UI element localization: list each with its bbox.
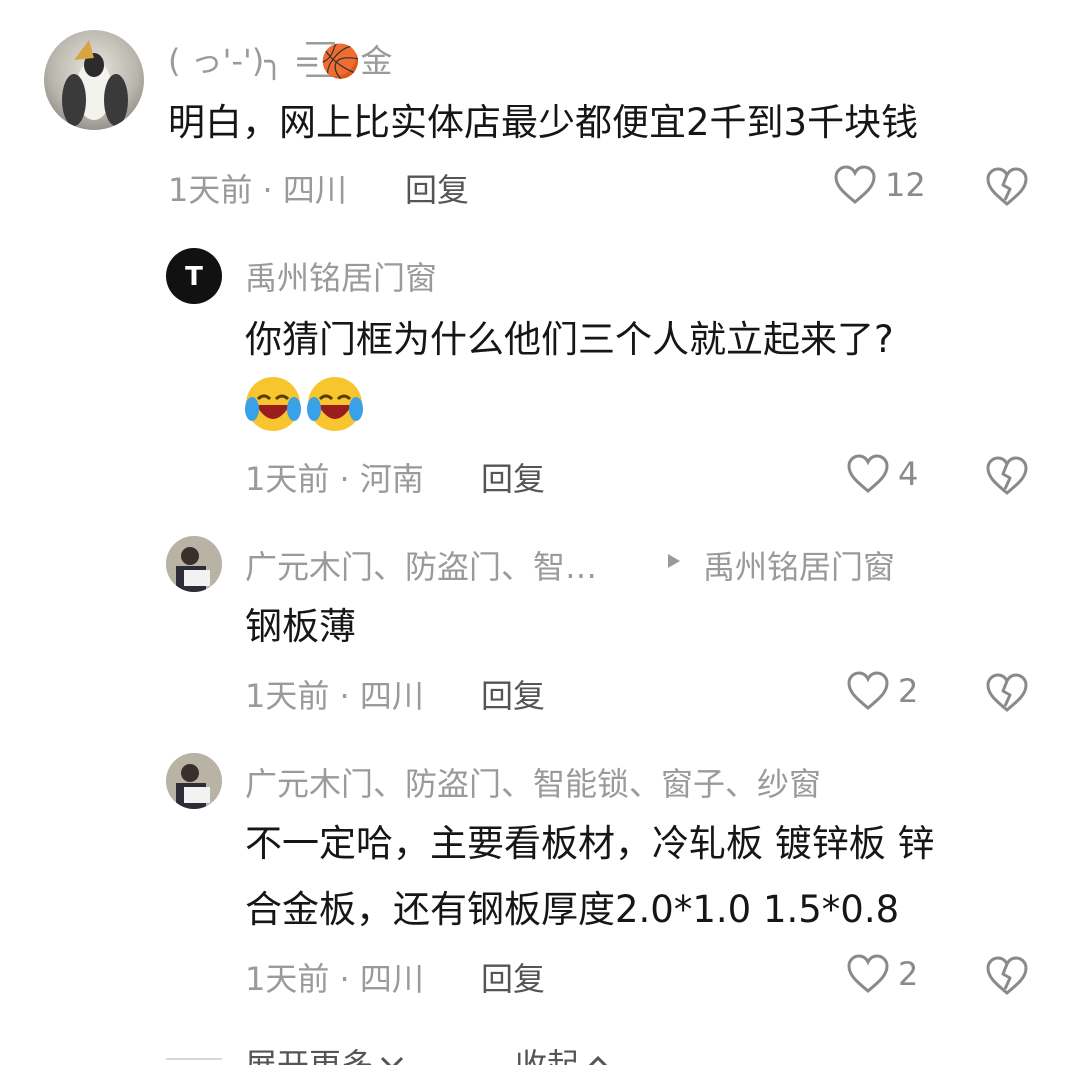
expand-more-label: 展开更多 [245, 1046, 374, 1065]
avatar[interactable] [44, 30, 144, 130]
dislike-button[interactable] [985, 955, 1029, 1001]
like-button[interactable]: 2 [846, 670, 918, 712]
avatar[interactable] [166, 753, 222, 809]
dislike-button[interactable] [985, 672, 1029, 718]
reply-button[interactable]: 回复 [405, 165, 469, 211]
reply-button[interactable]: 回复 [481, 954, 545, 1000]
collapse-label: 收起 [515, 1046, 580, 1065]
like-button[interactable]: 4 [846, 453, 918, 495]
crying-laugh-emoji-icon [245, 377, 301, 431]
dislike-button[interactable] [985, 455, 1029, 501]
reply-to-author[interactable]: 禹州铭居门窗 [703, 542, 895, 588]
comment-text-line-2: 合金板，还有钢板厚度2.0*1.0 1.5*0.8 [245, 888, 900, 931]
broken-heart-icon [986, 673, 1028, 712]
reply-arrow-icon [668, 554, 680, 568]
heart-icon [847, 671, 889, 710]
comment-author[interactable]: 禹州铭居门窗 [245, 253, 437, 299]
broken-heart-icon [986, 956, 1028, 995]
comment-author[interactable]: 广元木门、防盗门、智… [245, 542, 597, 588]
comment-text: 明白，网上比实体店最少都便宜2千到3千块钱 [168, 101, 919, 144]
avatar[interactable] [166, 536, 222, 592]
avatar[interactable]: T [166, 248, 222, 304]
heart-icon [834, 165, 876, 204]
heart-icon [847, 954, 889, 993]
broken-heart-icon [986, 456, 1028, 495]
like-count: 4 [898, 455, 919, 493]
comment-text: 你猜门框为什么他们三个人就立起来了? [245, 318, 894, 361]
time-location: 1天前 · 河南 [245, 460, 424, 498]
comment-author[interactable]: 广元木门、防盗门、智能锁、窗子、纱窗 [245, 759, 821, 805]
reply-button[interactable]: 回复 [481, 454, 545, 500]
like-count: 12 [885, 166, 926, 204]
broken-heart-icon [986, 167, 1028, 206]
like-count: 2 [898, 672, 919, 710]
time-location: 1天前 · 四川 [168, 171, 347, 209]
collapse-button[interactable]: 收起 [515, 1040, 611, 1065]
heart-icon [847, 454, 889, 493]
comment-text: 钢板薄 [245, 605, 356, 648]
svg-text:T: T [185, 262, 203, 292]
dislike-button[interactable] [985, 166, 1029, 212]
expand-more-button[interactable]: 展开更多 [245, 1040, 405, 1065]
comment-author[interactable]: ( っ'-')╮ =͟͟͞͞🏀金 [168, 36, 392, 82]
time-location: 1天前 · 四川 [245, 677, 424, 715]
crying-laugh-emoji-icon [307, 377, 363, 431]
like-button[interactable]: 2 [846, 953, 918, 995]
time-location: 1天前 · 四川 [245, 960, 424, 998]
comment-text-line-1: 不一定哈，主要看板材，冷轧板 镀锌板 锌 [245, 822, 935, 865]
chevron-down-icon [380, 1056, 404, 1065]
comment-footer: 展开更多 收起 [0, 1030, 1079, 1065]
like-count: 2 [898, 955, 919, 993]
reply-button[interactable]: 回复 [481, 671, 545, 717]
divider [166, 1058, 222, 1060]
like-button[interactable]: 12 [833, 164, 926, 206]
chevron-up-icon [588, 1055, 608, 1065]
